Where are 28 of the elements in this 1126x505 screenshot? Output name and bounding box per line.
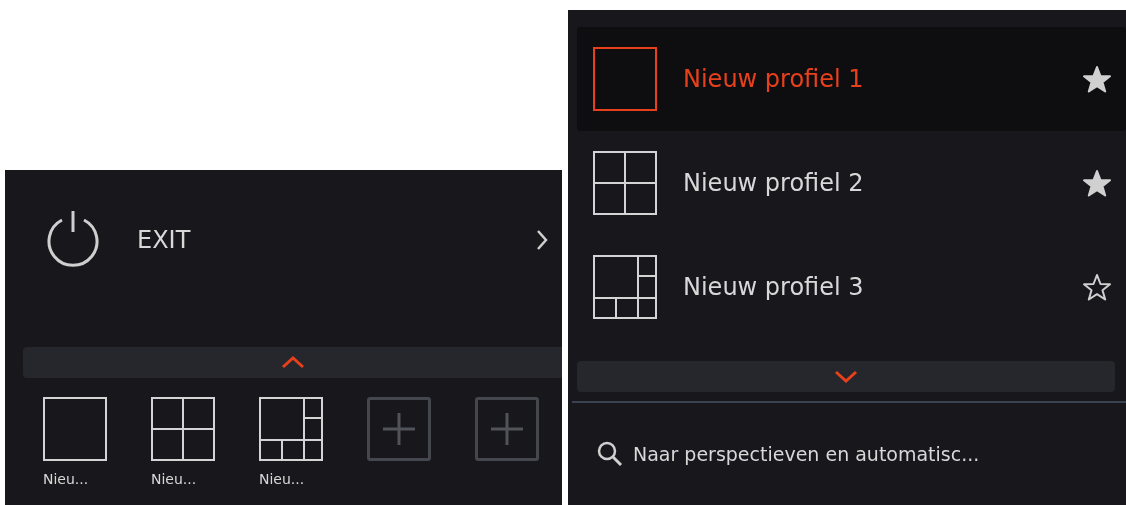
power-icon xyxy=(45,210,101,268)
split-layout-icon xyxy=(593,255,657,319)
star-icon[interactable] xyxy=(1082,272,1112,302)
exit-menu-item[interactable]: EXIT xyxy=(23,170,562,310)
chevron-icon xyxy=(833,369,859,384)
square-layout-icon xyxy=(593,47,657,111)
plus-icon xyxy=(383,413,415,445)
profile-name: Nieuw profiel 1 xyxy=(683,65,865,93)
profile-item[interactable]: Nieuw profiel 2 xyxy=(577,131,1126,235)
plus-icon xyxy=(491,413,523,445)
star-icon[interactable] xyxy=(1082,168,1112,198)
grid-layout-icon xyxy=(593,151,657,215)
profile-item[interactable]: Nieuw profiel 3 xyxy=(577,235,1126,339)
chevron-right-icon xyxy=(536,229,548,251)
exit-label: EXIT xyxy=(137,226,192,254)
star-icon[interactable] xyxy=(1082,64,1112,94)
layout-label: Nieu... xyxy=(259,471,305,487)
profile-name: Nieuw profiel 2 xyxy=(683,169,865,197)
chevron-icon xyxy=(279,355,306,370)
profile-item[interactable]: Nieuw profiel 1 xyxy=(577,27,1126,131)
search-field[interactable]: Naar perspectieven en automatisc... xyxy=(597,441,1126,467)
profile-name: Nieuw profiel 3 xyxy=(683,273,865,301)
layout-label: Nieu... xyxy=(43,471,89,487)
search-icon xyxy=(597,441,623,467)
split-layout-icon[interactable] xyxy=(259,397,323,461)
square-layout-icon[interactable] xyxy=(43,397,107,461)
grid-layout-icon[interactable] xyxy=(151,397,215,461)
layout-label: Nieu... xyxy=(151,471,197,487)
